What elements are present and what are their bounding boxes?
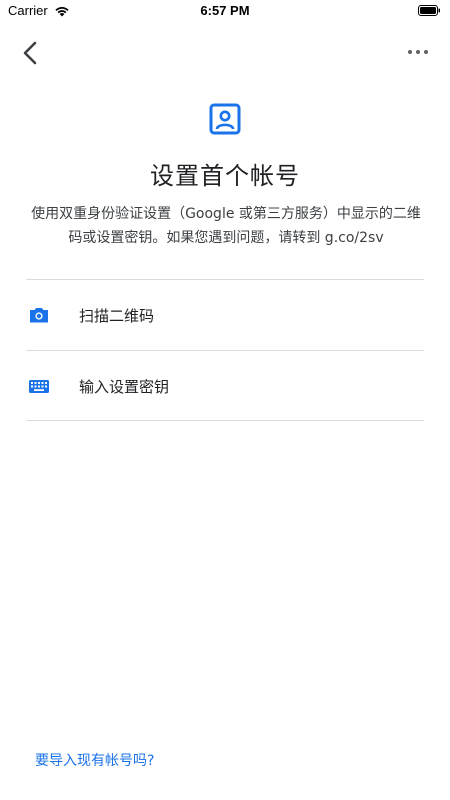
- keyboard-icon: [29, 380, 49, 393]
- enter-setup-key-option[interactable]: 输入设置密钥: [0, 351, 450, 421]
- import-existing-account-link[interactable]: 要导入现有帐号吗?: [35, 750, 154, 770]
- chevron-left-icon[interactable]: [18, 40, 42, 66]
- battery-icon: [418, 5, 440, 16]
- page-title: 设置首个帐号: [150, 162, 300, 190]
- enter-setup-key-label: 输入设置密钥: [79, 377, 170, 396]
- more-horiz-icon[interactable]: [406, 44, 430, 60]
- scan-qr-code-option[interactable]: 扫描二维码: [0, 280, 450, 350]
- account-box-icon: [209, 103, 241, 135]
- scan-qr-code-label: 扫描二维码: [79, 306, 155, 325]
- status-bar: Carrier 6:57 PM: [0, 0, 450, 24]
- page-description: 使用双重身份验证设置（Google 或第三方服务）中显示的二维码或设置密钥。如果…: [31, 206, 421, 246]
- divider: [26, 420, 424, 421]
- clock: 6:57 PM: [200, 3, 250, 18]
- camera-icon: [30, 308, 48, 323]
